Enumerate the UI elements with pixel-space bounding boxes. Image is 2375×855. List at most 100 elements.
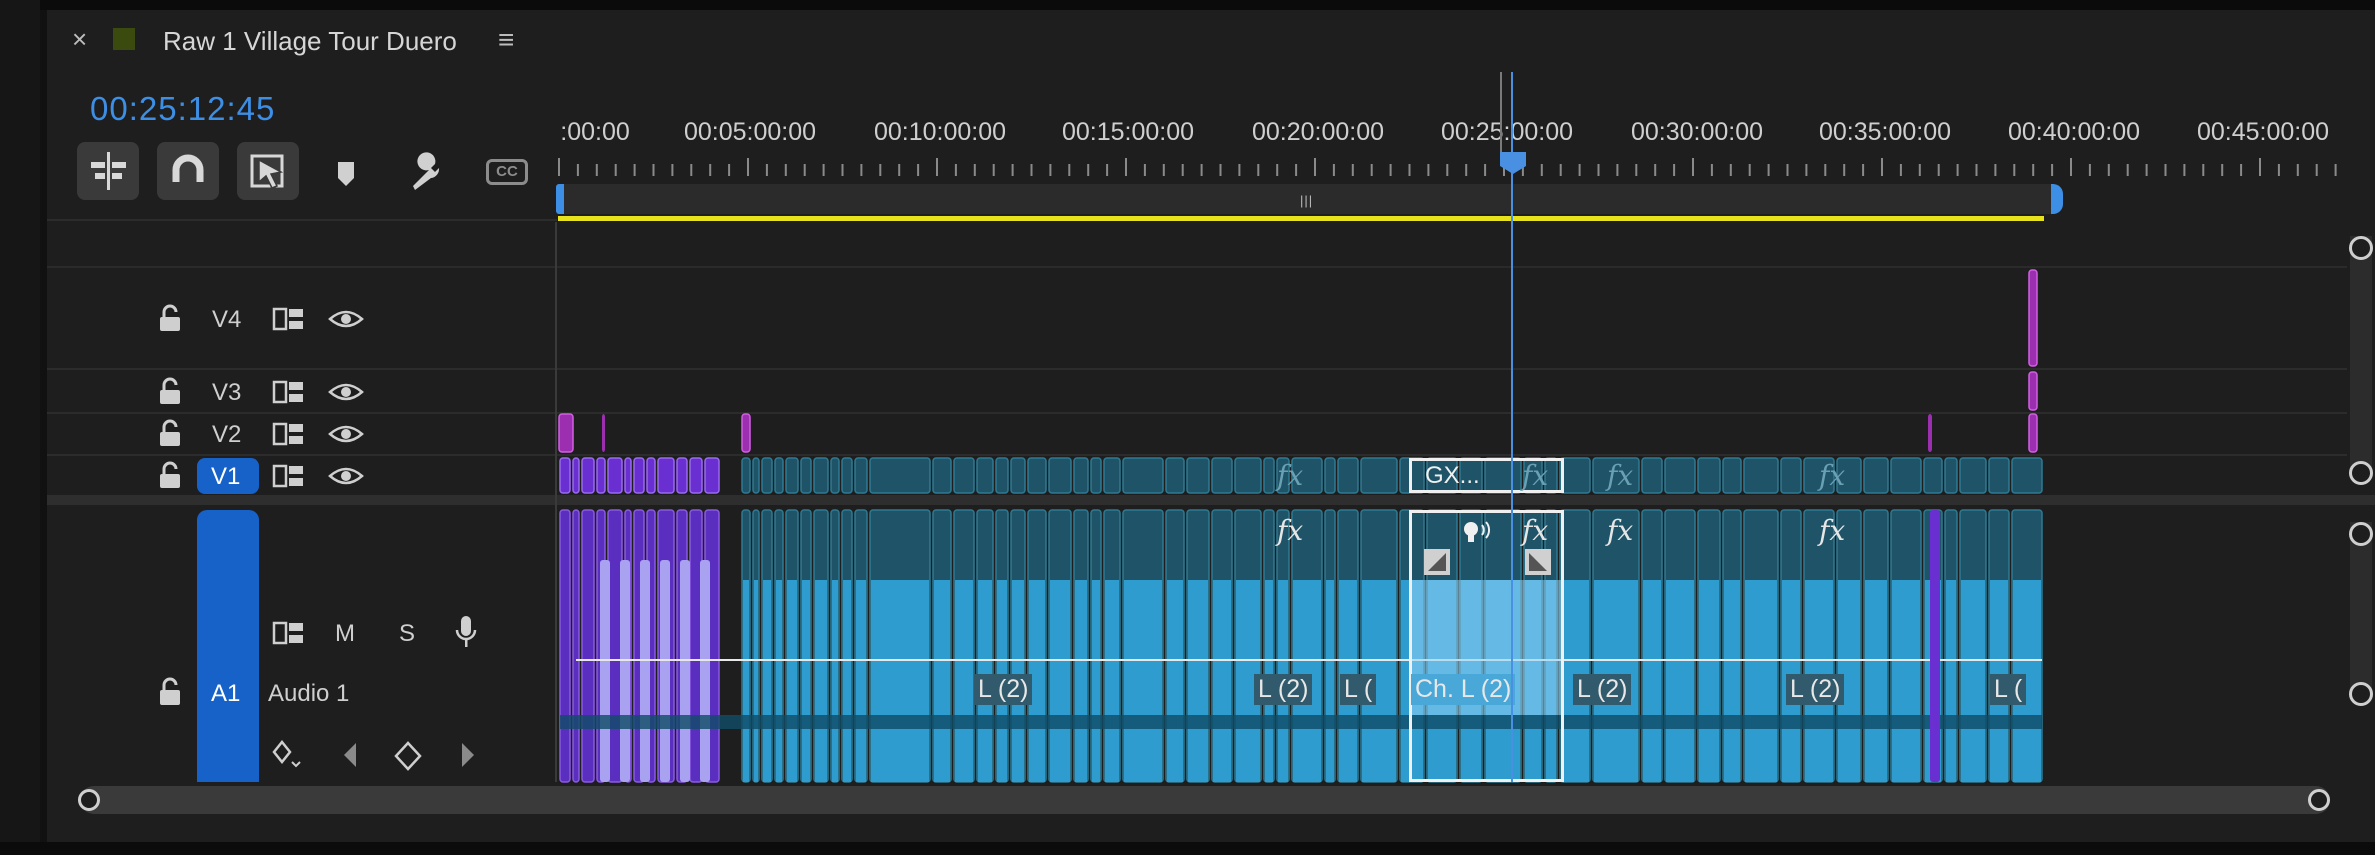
- video-clip: [1959, 457, 1987, 494]
- nested-video-clip: [572, 457, 580, 494]
- adjustment-clip: [2028, 413, 2038, 453]
- audio-fx-badge[interactable]: fx: [1277, 514, 1303, 547]
- transition-handle-icon[interactable]: [1525, 549, 1551, 575]
- audio-waveform: [1745, 580, 1777, 782]
- video-vscroll-top-handle[interactable]: [2349, 236, 2373, 260]
- audio-waveform: [1050, 580, 1070, 782]
- audio-waveform: [934, 580, 950, 782]
- audio-waveform: [1724, 580, 1740, 782]
- hscroll-left-handle[interactable]: [78, 789, 100, 811]
- adjustment-clip: [602, 414, 605, 452]
- audio-fx-badge[interactable]: fx: [1522, 514, 1548, 547]
- video-clip: [1863, 457, 1889, 494]
- nested-video-clip: [689, 457, 703, 494]
- audio-waveform-region: [700, 560, 710, 782]
- nested-video-clip: [704, 457, 720, 494]
- audio-waveform: [1946, 580, 1956, 782]
- nested-video-clip: [657, 457, 675, 494]
- video-fx-badge[interactable]: fx: [1277, 459, 1303, 492]
- playhead-handle[interactable]: [1498, 150, 1528, 181]
- video-fx-badge[interactable]: fx: [1819, 459, 1845, 492]
- video-clip: [774, 457, 784, 494]
- audio-waveform: [1188, 580, 1208, 782]
- audio-waveform: [754, 580, 758, 782]
- video-fx-badge[interactable]: fx: [1607, 459, 1633, 492]
- audio-waveform: [743, 580, 749, 782]
- video-clip: [741, 457, 751, 494]
- timeline-clips-area[interactable]: [0, 0, 2375, 855]
- video-clip: [841, 457, 853, 494]
- audio-waveform: [1643, 580, 1661, 782]
- video-clip: [1234, 457, 1262, 494]
- audio-waveform: [832, 580, 838, 782]
- video-clip: [976, 457, 994, 494]
- audio-vscroll-top-handle[interactable]: [2349, 522, 2373, 546]
- video-clip: [1073, 457, 1089, 494]
- selected-video-clip-label: GX...: [1425, 462, 1480, 489]
- adjustment-clip: [1928, 414, 1932, 452]
- bottom-edge: [0, 842, 2375, 855]
- audio-waveform: [787, 580, 797, 782]
- waveform-center-band: [560, 715, 2042, 729]
- video-vertical-scrollbar[interactable]: [2350, 236, 2372, 474]
- video-clip: [761, 457, 773, 494]
- audio-waveform: [843, 580, 851, 782]
- audio-clip-label: L (: [1340, 674, 1377, 705]
- audio-waveform: [955, 580, 973, 782]
- audio-clip-label: L (2): [1573, 674, 1632, 705]
- video-clip: [1988, 457, 2010, 494]
- video-clip: [1697, 457, 1721, 494]
- selected-audio-clip-label: Ch. L (2): [1411, 674, 1516, 705]
- selected-video-fx-badge[interactable]: fx: [1522, 459, 1548, 492]
- video-vscroll-bottom-handle[interactable]: [2349, 461, 2373, 485]
- nested-video-clip: [676, 457, 688, 494]
- audio-fx-badge[interactable]: fx: [1607, 514, 1633, 547]
- video-clip: [2011, 457, 2043, 494]
- nested-audio-clip: [581, 509, 595, 783]
- audio-vertical-scrollbar[interactable]: [2350, 522, 2372, 697]
- adjustment-clip: [2028, 371, 2038, 411]
- video-clip: [932, 457, 952, 494]
- nested-audio-clip: [559, 509, 571, 783]
- video-clip: [1923, 457, 1943, 494]
- audio-waveform: [1105, 580, 1119, 782]
- audio-waveform: [1124, 580, 1162, 782]
- video-clip: [953, 457, 975, 494]
- nested-audio-clip: [607, 509, 623, 783]
- audio-waveform: [1167, 580, 1183, 782]
- video-clip: [1360, 457, 1398, 494]
- audio-waveform-region: [680, 560, 690, 782]
- video-clip: [785, 457, 799, 494]
- audio-clip-label: L (2): [1254, 674, 1313, 705]
- transition-handle-icon[interactable]: [1424, 549, 1450, 575]
- video-clip: [1186, 457, 1210, 494]
- horizontal-scrollbar[interactable]: [80, 786, 2330, 814]
- audio-waveform: [1213, 580, 1231, 782]
- adjustment-clip: [2028, 269, 2038, 367]
- video-clip: [869, 457, 931, 494]
- nested-video-clip: [581, 457, 595, 494]
- hscroll-right-handle[interactable]: [2308, 789, 2330, 811]
- audio-waveform: [763, 580, 771, 782]
- video-clip: [752, 457, 760, 494]
- video-clip: [1263, 457, 1275, 494]
- video-clip: [813, 457, 829, 494]
- audio-waveform: [802, 580, 810, 782]
- audio-waveform: [1892, 580, 1920, 782]
- video-clip: [1641, 457, 1663, 494]
- audio-fx-badge[interactable]: fx: [1819, 514, 1845, 547]
- nested-video-clip: [607, 457, 623, 494]
- video-clip: [1743, 457, 1779, 494]
- audio-waveform: [856, 580, 866, 782]
- video-clip: [1890, 457, 1922, 494]
- nested-video-clip: [633, 457, 645, 494]
- audio-vscroll-bottom-handle[interactable]: [2349, 682, 2373, 706]
- audio-waveform: [1961, 580, 1985, 782]
- audio-waveform: [1666, 580, 1694, 782]
- audio-waveform: [1075, 580, 1087, 782]
- speech-enhance-icon[interactable]: [1460, 519, 1494, 550]
- nested-audio-clip: [1930, 510, 1940, 782]
- audio-waveform: [815, 580, 827, 782]
- audio-waveform: [1699, 580, 1719, 782]
- video-clip: [1559, 457, 1591, 494]
